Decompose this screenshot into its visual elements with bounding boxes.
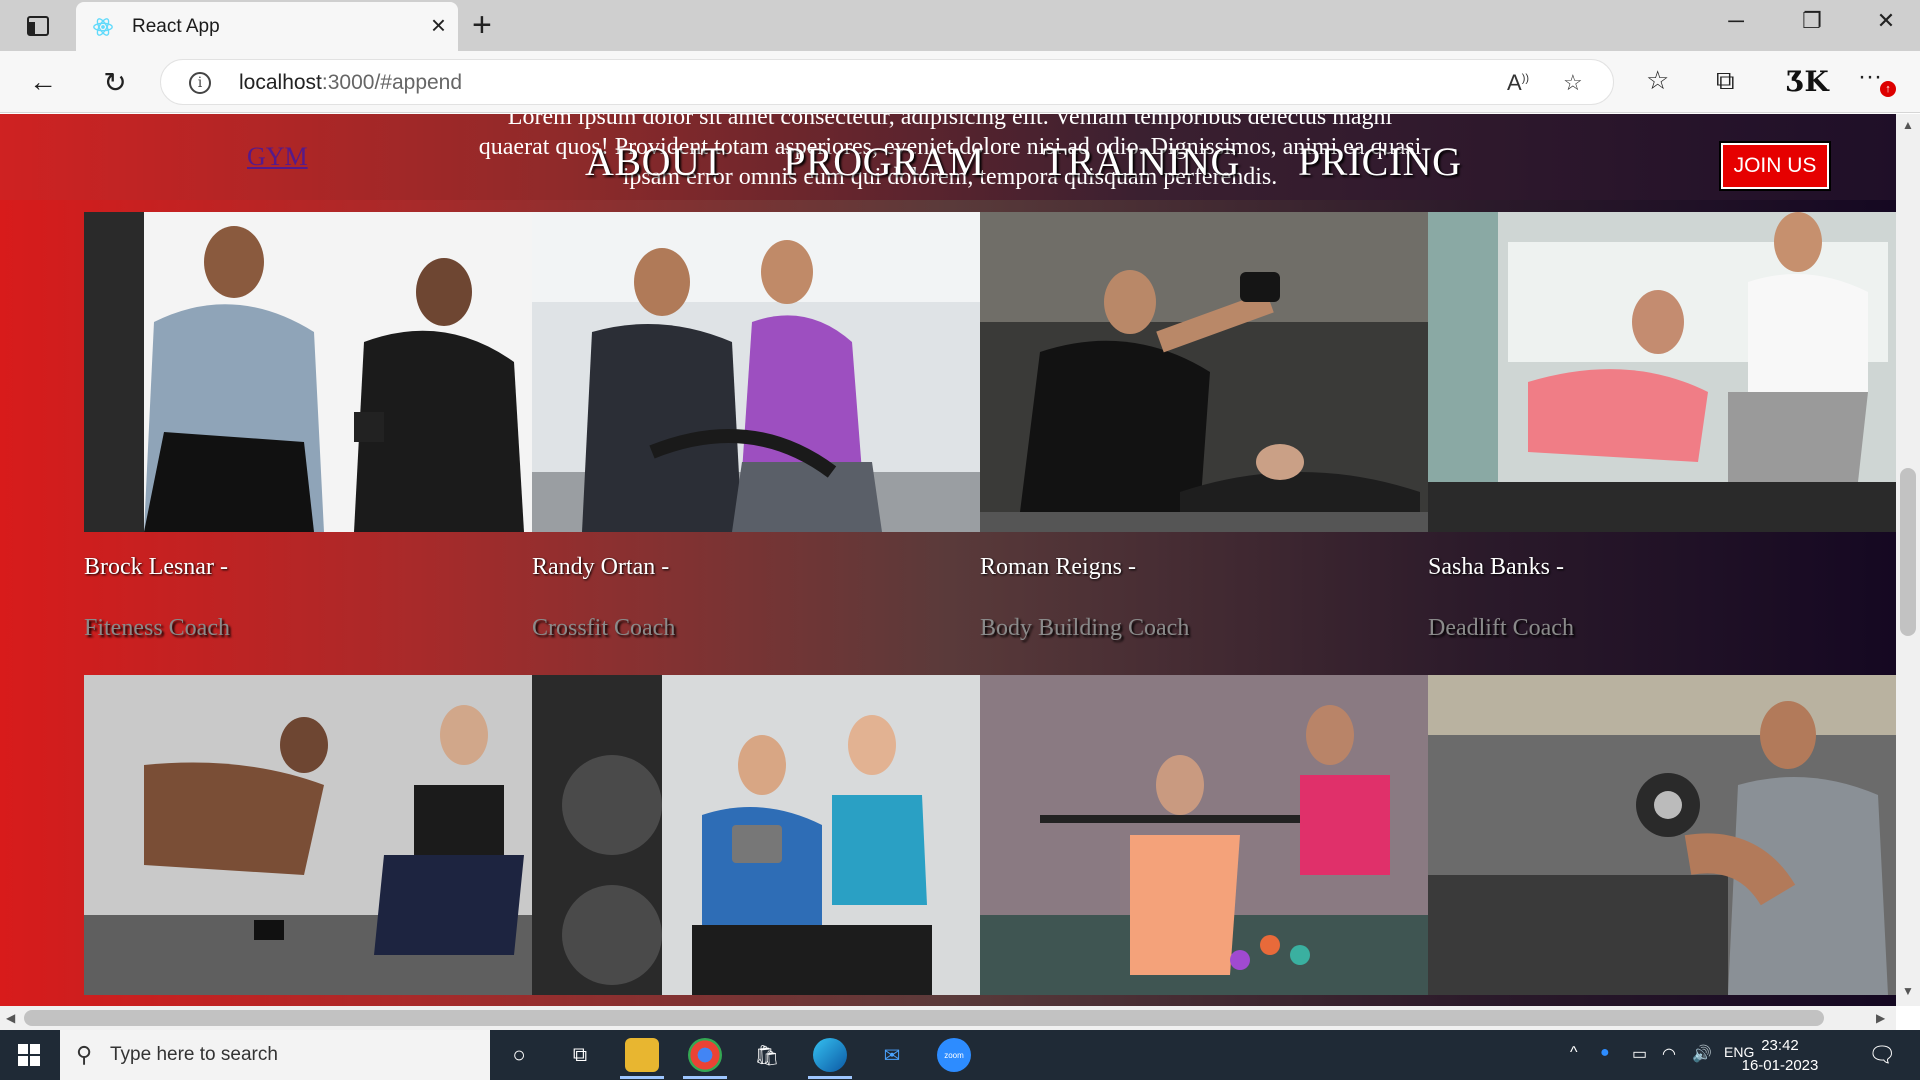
scroll-up-icon[interactable]: ▲ [1902,118,1914,132]
new-tab-button[interactable]: + [472,8,492,42]
page-viewport: GYM Lorem ipsum dolor sit amet consectet… [0,114,1896,1006]
url-host: localhost [239,71,322,94]
coach-card: Brock Lesnar - Fiteness Coach [84,554,532,642]
file-explorer-icon[interactable] [625,1038,659,1072]
clock-time: 23:42 [1761,1037,1799,1054]
coach-photo [532,212,980,532]
running-indicator [620,1076,664,1079]
coach-card: Randy Ortan - Crossfit Coach [532,554,980,642]
profile-icon[interactable]: ƷK [1786,65,1829,98]
close-window-button[interactable]: ✕ [1866,8,1906,34]
running-indicator [683,1076,727,1079]
coach-photo [980,675,1428,995]
favorites-icon[interactable]: ☆ [1646,65,1669,96]
coach-name: Roman Reigns - [980,554,1136,580]
taskbar: ⚲ Type here to search ○ ⧉ 🛍 ✉ zoom ^ ● ▭… [0,1030,1920,1080]
address-bar[interactable]: i localhost:3000/#append A)) ☆ [160,59,1614,105]
scroll-right-icon[interactable]: ▶ [1876,1011,1885,1025]
nav-pricing[interactable]: PRICING [1298,138,1462,185]
minimize-button[interactable]: ─ [1716,8,1756,34]
gym-logo-link[interactable]: GYM [247,142,308,172]
coach-name: Randy Ortan - [532,554,670,580]
zoom-icon[interactable]: zoom [937,1038,971,1072]
read-aloud-icon[interactable]: A)) [1507,70,1529,96]
coach-role: Fiteness Coach [84,615,230,641]
horizontal-scrollbar[interactable]: ◀ ▶ [0,1006,1896,1030]
collections-icon[interactable]: ⧉ [1716,65,1735,97]
browser-tab[interactable]: React App × [76,2,458,51]
show-hidden-icons-icon[interactable]: ^ [1570,1044,1578,1062]
coach-role: Deadlift Coach [1428,615,1574,641]
coach-photo [1428,675,1896,995]
coach-name: Sasha Banks - [1428,554,1564,580]
site-info-icon[interactable]: i [189,72,211,94]
tab-title: React App [132,16,220,37]
nav-about[interactable]: ABOUT [585,138,725,185]
search-icon: ⚲ [76,1042,93,1067]
training-photo-8 [1428,675,1896,995]
chrome-icon[interactable] [688,1038,722,1072]
clock-date: 16-01-2023 [1741,1057,1819,1074]
coach-photo [1428,212,1896,532]
battery-icon[interactable]: ▭ [1632,1044,1647,1064]
coach-card: Roman Reigns - Body Building Coach [980,554,1428,642]
coach-photo [84,675,532,995]
training-photo-5 [84,675,532,995]
scroll-down-icon[interactable]: ▼ [1902,984,1914,998]
running-indicator [808,1076,852,1079]
notification-badge-icon: ↑ [1880,81,1896,97]
site-nav: ABOUT PROGRAM TRAINING PRICING [585,138,1461,185]
url-text[interactable]: localhost:3000/#append [239,71,462,95]
browser-toolbar: ← ↻ i localhost:3000/#append A)) ☆ ☆ ⧉ Ʒ… [0,51,1920,113]
training-photo-1 [84,212,532,532]
store-icon[interactable]: 🛍 [750,1038,784,1072]
react-favicon-icon [93,18,113,36]
tab-actions-button[interactable] [14,12,62,40]
training-photo-7 [980,675,1428,995]
coach-role: Crossfit Coach [532,615,676,641]
cortana-icon[interactable]: ○ [502,1038,536,1072]
nav-training[interactable]: TRAINING [1043,138,1240,185]
coach-photo [980,212,1428,532]
vertical-scroll-thumb[interactable] [1900,468,1916,636]
coach-role: Body Building Coach [980,615,1190,641]
join-us-button[interactable]: JOIN US [1719,141,1831,191]
windows-start-icon[interactable] [18,1044,40,1066]
url-path: :3000/#append [321,71,463,94]
nav-program[interactable]: PROGRAM [783,138,984,185]
tab-actions-icon [27,16,49,36]
taskbar-search-box[interactable]: ⚲ Type here to search [60,1030,490,1080]
training-photo-6 [532,675,980,995]
more-menu-icon[interactable]: ··· [1858,63,1882,91]
tab-close-icon[interactable]: × [431,12,446,38]
site-header: GYM Lorem ipsum dolor sit amet consectet… [0,114,1896,200]
scroll-left-icon[interactable]: ◀ [6,1011,15,1025]
add-favorite-icon[interactable]: ☆ [1563,70,1583,96]
coach-name: Brock Lesnar - [84,554,228,580]
back-button[interactable]: ← [26,65,60,99]
restore-button[interactable]: ❐ [1792,8,1832,34]
vertical-scrollbar[interactable]: ▲ ▼ [1896,114,1920,1006]
search-placeholder: Type here to search [110,1044,278,1065]
wifi-icon[interactable]: ◠ [1662,1044,1676,1064]
zoom-tray-icon[interactable]: ● [1600,1044,1610,1062]
coach-card: Sasha Banks - Deadlift Coach [1428,554,1876,642]
training-photo-4 [1428,212,1896,532]
refresh-button[interactable]: ↻ [98,65,132,99]
coach-photo [532,675,980,995]
training-photo-2 [532,212,980,532]
mail-icon[interactable]: ✉ [875,1038,909,1072]
browser-tab-strip: React App × + ─ ❐ ✕ [0,0,1920,51]
horizontal-scroll-thumb[interactable] [24,1010,1824,1026]
clock[interactable]: 23:42 16-01-2023 [1740,1036,1820,1076]
training-photo-3 [980,212,1428,532]
volume-icon[interactable]: 🔊 [1692,1044,1712,1064]
coach-caption-row: Brock Lesnar - Fiteness Coach Randy Orta… [84,554,1896,642]
notification-center-icon[interactable]: 🗨 [1868,1042,1896,1068]
coach-photo-row [84,675,1896,995]
edge-icon[interactable] [813,1038,847,1072]
task-view-icon[interactable]: ⧉ [563,1038,597,1072]
coach-photo [84,212,532,532]
coach-photo-row [84,212,1896,532]
